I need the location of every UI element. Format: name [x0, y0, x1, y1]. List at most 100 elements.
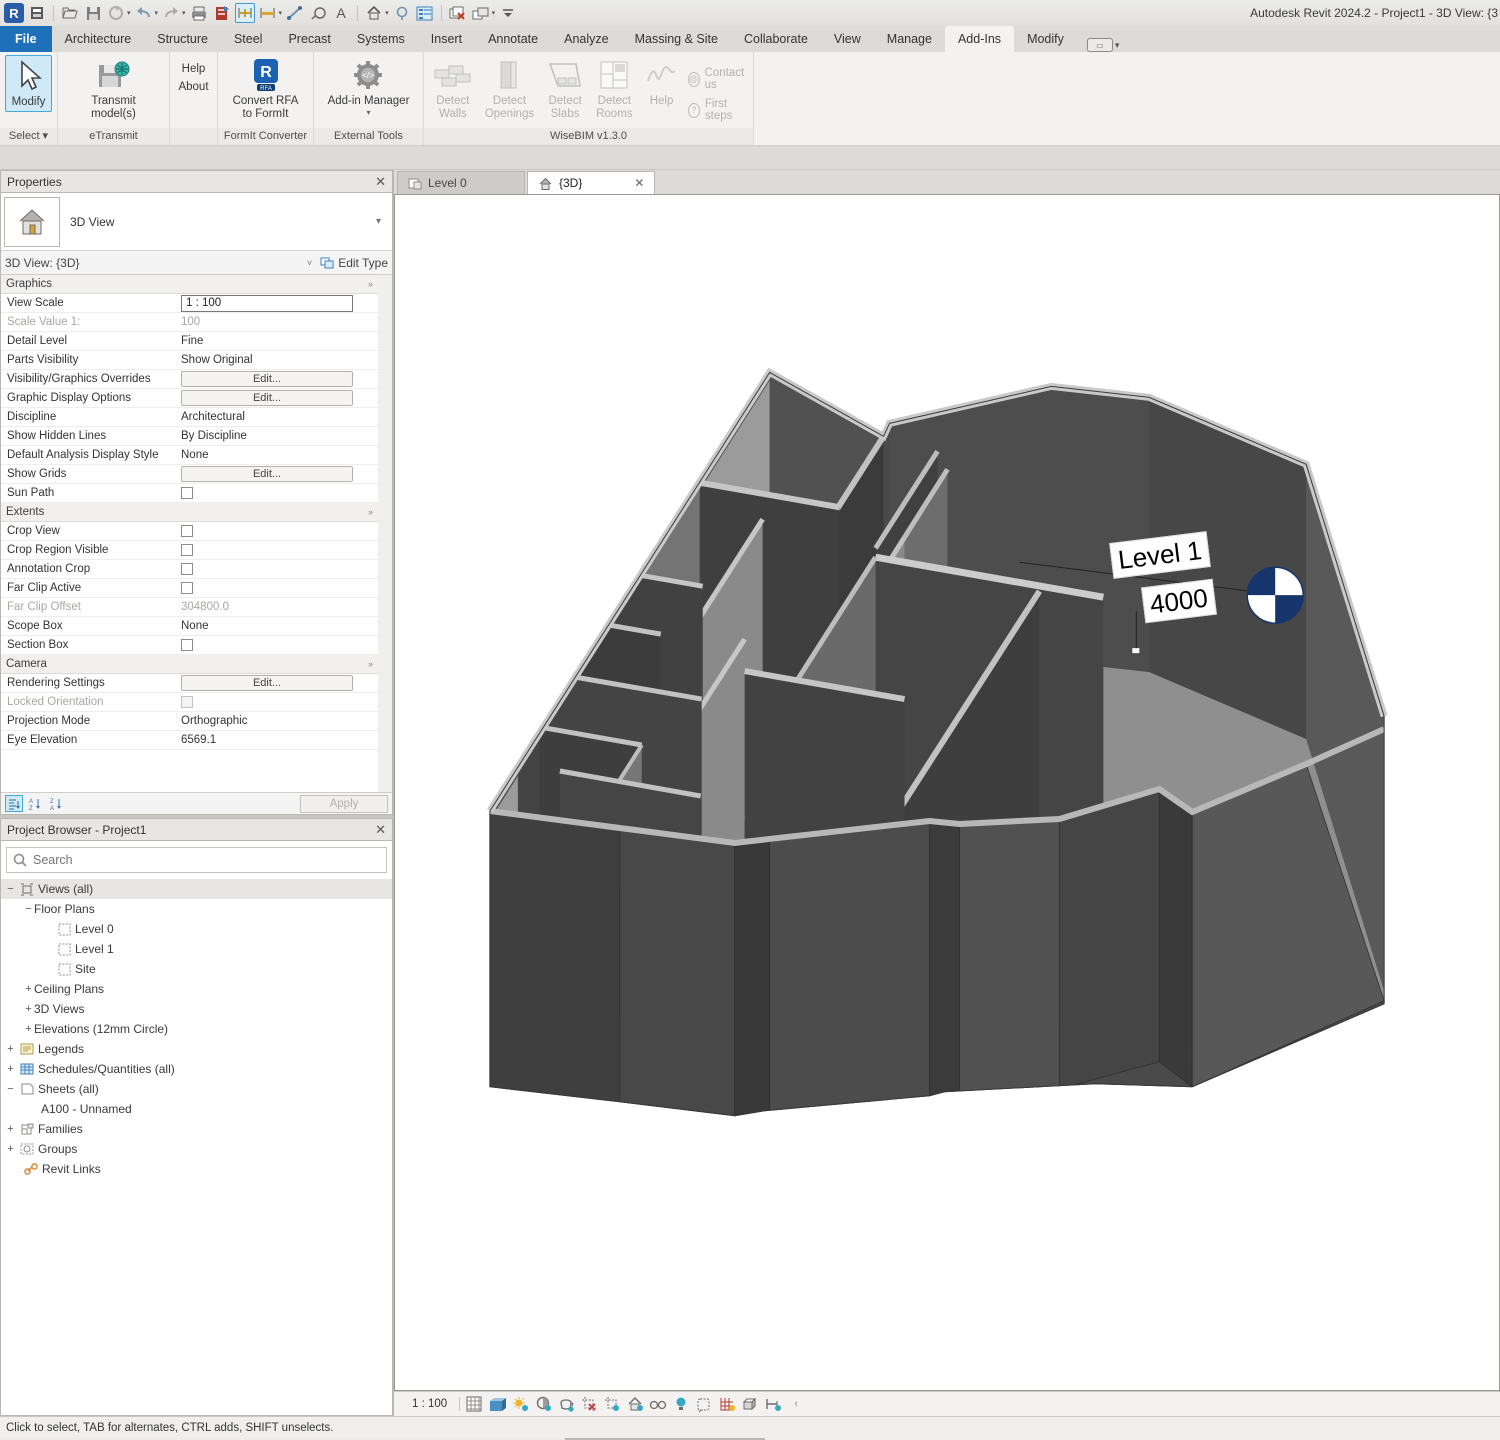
render-icon[interactable]	[557, 1395, 575, 1413]
rendering-settings-edit-button[interactable]: Edit...	[181, 675, 353, 691]
expand-icon[interactable]: +	[23, 1003, 34, 1015]
switch-windows-icon[interactable]	[471, 3, 491, 23]
tree-sheets[interactable]: − Sheets (all)	[1, 1079, 392, 1099]
detect-rooms-button[interactable]: Detect Rooms	[593, 55, 635, 123]
detect-openings-button[interactable]: Detect Openings	[482, 55, 537, 123]
3d-model[interactable]	[395, 195, 1499, 1389]
expand-icon[interactable]: +	[5, 1143, 16, 1155]
edit-type-button[interactable]: Edit Type	[320, 256, 388, 270]
detail-line-icon[interactable]	[285, 3, 305, 23]
switch-windows-dropdown[interactable]: ▾	[492, 9, 496, 17]
schedule-list-icon[interactable]	[415, 3, 435, 23]
tree-schedules[interactable]: + Schedules/Quantities (all)	[1, 1059, 392, 1079]
section-graphics[interactable]: Graphics»	[1, 275, 378, 294]
print-icon[interactable]	[189, 3, 209, 23]
graphic-display-edit-button[interactable]: Edit...	[181, 390, 353, 406]
wisebim-help-button[interactable]: Help	[642, 55, 682, 110]
tab-insert[interactable]: Insert	[418, 26, 475, 52]
prop-row[interactable]: DisciplineArchitectural	[1, 408, 378, 427]
section-icon[interactable]	[392, 3, 412, 23]
tab-collaborate[interactable]: Collaborate	[731, 26, 821, 52]
text-icon[interactable]: A	[331, 3, 351, 23]
properties-header[interactable]: Properties ✕	[0, 170, 393, 193]
sun-path-icon[interactable]	[511, 1395, 529, 1413]
visual-style-icon[interactable]	[488, 1395, 506, 1413]
sort-za-icon[interactable]: ZA	[47, 795, 65, 812]
tab-systems[interactable]: Systems	[344, 26, 418, 52]
selection-box-icon[interactable]	[764, 1395, 782, 1413]
instance-dropdown-icon[interactable]: ˅	[307, 258, 312, 268]
close-inactive-views-icon[interactable]	[448, 3, 468, 23]
revit-logo-icon[interactable]: R	[4, 3, 24, 23]
prop-row[interactable]: Show Hidden LinesBy Discipline	[1, 427, 378, 446]
reveal-constraints-icon[interactable]	[718, 1395, 736, 1413]
prop-row[interactable]: Projection ModeOrthographic	[1, 712, 378, 731]
tree-groups[interactable]: + Groups	[1, 1139, 392, 1159]
tab-add-ins[interactable]: Add-Ins	[945, 26, 1014, 52]
expand-icon[interactable]: +	[5, 1123, 16, 1135]
transfer-standards-icon[interactable]	[212, 3, 232, 23]
collapse-icon[interactable]: −	[5, 1083, 16, 1095]
shadows-icon[interactable]	[534, 1395, 552, 1413]
tab-architecture[interactable]: Architecture	[52, 26, 145, 52]
view-tab-level-0[interactable]: Level 0	[397, 171, 525, 194]
tree-legends[interactable]: + Legends	[1, 1039, 392, 1059]
tab-annotate[interactable]: Annotate	[475, 26, 551, 52]
prop-row[interactable]: Parts VisibilityShow Original	[1, 351, 378, 370]
tab-precast[interactable]: Precast	[275, 26, 343, 52]
modify-button[interactable]: Modify	[5, 55, 53, 112]
project-browser-header[interactable]: Project Browser - Project1 ✕	[0, 818, 393, 841]
help-button[interactable]: Help	[182, 63, 206, 75]
expand-icon[interactable]: +	[5, 1063, 16, 1075]
measure-icon[interactable]	[235, 3, 255, 23]
detail-level-icon[interactable]	[465, 1395, 483, 1413]
browser-search[interactable]	[6, 847, 387, 873]
customize-qat-icon[interactable]	[498, 3, 518, 23]
tab-view[interactable]: View	[821, 26, 874, 52]
external-tools-panel-label[interactable]: External Tools	[314, 128, 423, 145]
tab-structure[interactable]: Structure	[144, 26, 221, 52]
annotation-crop-checkbox[interactable]	[181, 563, 193, 575]
section-camera[interactable]: Camera»	[1, 655, 378, 674]
wisebim-panel-label[interactable]: WiseBIM v1.3.0	[424, 128, 753, 145]
tree-site[interactable]: Site	[1, 959, 392, 979]
sort-az-icon[interactable]: AZ	[26, 795, 44, 812]
collapse-icon[interactable]: ‹	[787, 1395, 805, 1413]
type-selector[interactable]: 3D View ▾	[1, 193, 392, 251]
convert-rfa-button[interactable]: RRFA Convert RFA to FormIt	[224, 55, 307, 123]
detect-slabs-button[interactable]: Detect Slabs	[543, 55, 587, 123]
view-dropdown[interactable]: ▾	[385, 9, 389, 17]
properties-close-icon[interactable]: ✕	[375, 174, 386, 190]
contact-us-link[interactable]: @ Contact us	[688, 67, 748, 91]
undo-dropdown[interactable]: ▾	[155, 9, 159, 17]
tab-massing-site[interactable]: Massing & Site	[622, 26, 731, 52]
tab-steel[interactable]: Steel	[221, 26, 276, 52]
synchronize-icon[interactable]	[106, 3, 126, 23]
redo-dropdown[interactable]: ▾	[182, 9, 186, 17]
reveal-hidden-icon[interactable]	[672, 1395, 690, 1413]
apply-button[interactable]: Apply	[300, 795, 388, 813]
about-button[interactable]: About	[178, 81, 208, 93]
tab-manage[interactable]: Manage	[874, 26, 945, 52]
tree-ceiling-plans[interactable]: + Ceiling Plans	[1, 979, 392, 999]
model-canvas[interactable]: Level 1 4000	[394, 194, 1500, 1391]
add-in-manager-button[interactable]: </> Add-in Manager ▾	[322, 55, 416, 119]
sort-default-icon[interactable]	[5, 795, 23, 812]
sun-path-checkbox[interactable]	[181, 487, 193, 499]
prop-row[interactable]: Detail LevelFine	[1, 332, 378, 351]
expand-icon[interactable]: +	[23, 1023, 34, 1035]
temporary-hide-isolate-icon[interactable]	[649, 1395, 667, 1413]
section-extents[interactable]: Extents»	[1, 503, 378, 522]
tab-analyze[interactable]: Analyze	[551, 26, 621, 52]
crop-view-checkbox[interactable]	[181, 525, 193, 537]
tab-file[interactable]: File	[0, 26, 52, 52]
reveal-hidden-elements-icon[interactable]	[626, 1395, 644, 1413]
dimension-dropdown[interactable]: ▾	[279, 9, 283, 17]
tab-modify[interactable]: Modify	[1014, 26, 1077, 52]
tree-floor-plans[interactable]: − Floor Plans	[1, 899, 392, 919]
save-icon[interactable]	[83, 3, 103, 23]
undo-icon[interactable]	[134, 3, 154, 23]
ribbon-display-toggle[interactable]: ▭▾	[1087, 38, 1120, 52]
crop-region-visible-checkbox[interactable]	[181, 544, 193, 556]
prop-row[interactable]: Scope BoxNone	[1, 617, 378, 636]
